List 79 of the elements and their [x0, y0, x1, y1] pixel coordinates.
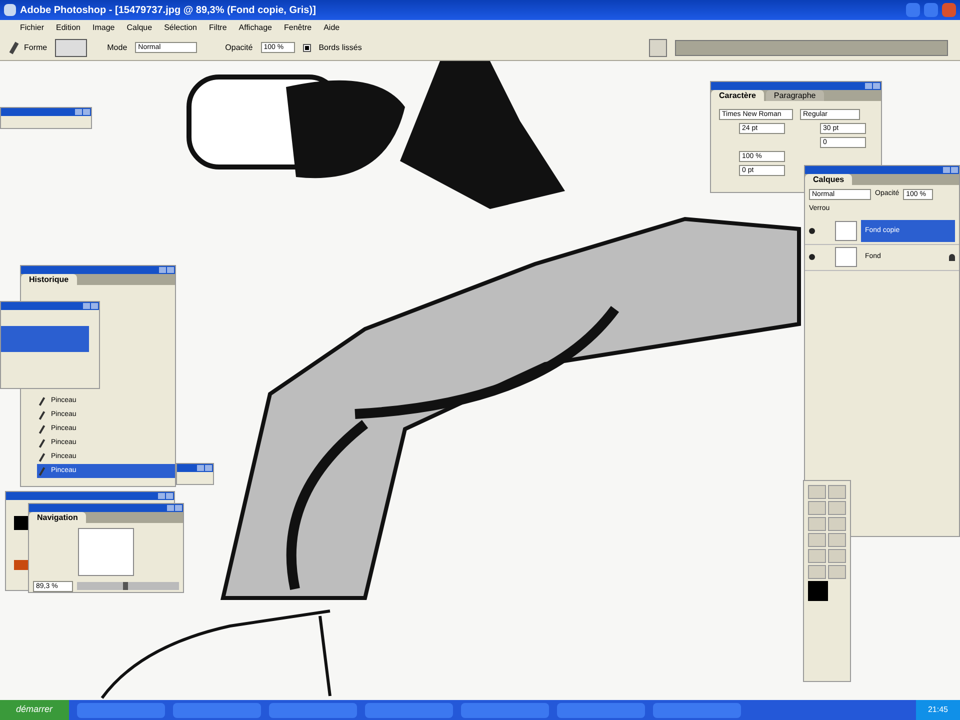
panel-title-bar[interactable]: [6, 492, 174, 500]
tool-icon[interactable]: [828, 501, 846, 515]
taskbar-button[interactable]: [76, 702, 165, 718]
panel-tab[interactable]: Caractère: [711, 90, 764, 101]
palette-well-button[interactable]: [648, 38, 667, 56]
minimize-icon[interactable]: [906, 3, 920, 17]
menu-item[interactable]: Sélection: [164, 22, 197, 34]
zoom-slider[interactable]: [77, 582, 179, 590]
taskbar-button[interactable]: [460, 702, 549, 718]
panel-tab[interactable]: Historique: [21, 274, 77, 285]
tool-icon[interactable]: [828, 485, 846, 499]
taskbar-button[interactable]: [652, 702, 741, 718]
menu-item[interactable]: Calque: [126, 22, 152, 34]
maximize-icon[interactable]: [924, 3, 938, 17]
tool-icon[interactable]: [808, 517, 826, 531]
minimize-icon[interactable]: [943, 167, 950, 173]
tool-icon[interactable]: [828, 517, 846, 531]
tool-icon[interactable]: [808, 565, 826, 579]
app-icon: [4, 4, 16, 16]
menu-item[interactable]: Filtre: [209, 22, 227, 34]
panel-title-bar[interactable]: [177, 464, 213, 472]
foreground-swatch[interactable]: [808, 581, 828, 601]
minimize-icon[interactable]: [83, 303, 90, 309]
shape-label: Forme: [24, 42, 48, 54]
taskbar-button[interactable]: [172, 702, 261, 718]
panel-tab[interactable]: Paragraphe: [766, 90, 824, 101]
eye-icon[interactable]: [809, 254, 815, 260]
menu-item[interactable]: Edition: [56, 22, 80, 34]
brush-icon[interactable]: [9, 41, 19, 54]
close-icon[interactable]: [83, 109, 90, 115]
taskbar-button[interactable]: [556, 702, 645, 718]
checkbox[interactable]: [302, 44, 311, 52]
shape-picker[interactable]: [55, 38, 88, 56]
clock: 21:45: [916, 700, 960, 720]
panel-tab[interactable]: Calques: [805, 174, 852, 185]
panel-title-bar[interactable]: [29, 504, 183, 512]
tool-icon[interactable]: [808, 501, 826, 515]
window-title: Adobe Photoshop - [15479737.jpg @ 89,3% (Fond copie, Gris)]: [20, 4, 316, 18]
tool-icon[interactable]: [808, 533, 826, 547]
minimize-icon[interactable]: [75, 109, 82, 115]
tool-icon[interactable]: [828, 565, 846, 579]
slider-thumb[interactable]: [122, 582, 128, 590]
close-icon[interactable]: [951, 167, 958, 173]
panel-title-bar[interactable]: [21, 266, 175, 274]
close-icon[interactable]: [205, 465, 212, 471]
menu-item[interactable]: Affichage: [238, 22, 272, 34]
thumbnail-photo-placeholder: [78, 528, 134, 576]
menu-item[interactable]: Aide: [324, 22, 340, 34]
checkbox-label: Bords lissés: [318, 42, 362, 54]
panel-title-bar[interactable]: [1, 108, 91, 116]
panel-title-bar[interactable]: [711, 82, 881, 90]
eye-icon[interactable]: [809, 228, 815, 234]
minimize-icon[interactable]: [159, 267, 166, 273]
taskbar-button[interactable]: [268, 702, 357, 718]
tool-icon[interactable]: [808, 485, 826, 499]
mode-label: Mode: [107, 42, 128, 54]
taskbar-button[interactable]: [364, 702, 453, 718]
start-button[interactable]: démarrer: [0, 700, 69, 720]
layer-thumbnail: [835, 221, 857, 241]
menu-item[interactable]: Image: [92, 22, 115, 34]
panel-title-bar[interactable]: [805, 166, 959, 174]
opacity-label: Opacité: [225, 42, 253, 54]
menu-item[interactable]: Fichier: [20, 22, 44, 34]
foreground-swatch: [14, 516, 28, 530]
gradient-swatch: [14, 560, 28, 570]
menu-item[interactable]: Fenêtre: [284, 22, 312, 34]
close-icon[interactable]: [91, 303, 98, 309]
panel-tab[interactable]: Navigation: [29, 512, 86, 523]
tool-icon[interactable]: [828, 549, 846, 563]
check-icon: [304, 46, 309, 50]
panel-title-bar[interactable]: [1, 302, 99, 310]
minimize-icon[interactable]: [197, 465, 204, 471]
tool-icon[interactable]: [828, 533, 846, 547]
close-icon[interactable]: [873, 83, 880, 89]
close-icon[interactable]: [167, 267, 174, 273]
layer-thumbnail: [835, 247, 857, 267]
minimize-icon[interactable]: [865, 83, 872, 89]
tool-icon[interactable]: [808, 549, 826, 563]
close-icon[interactable]: [942, 3, 956, 17]
